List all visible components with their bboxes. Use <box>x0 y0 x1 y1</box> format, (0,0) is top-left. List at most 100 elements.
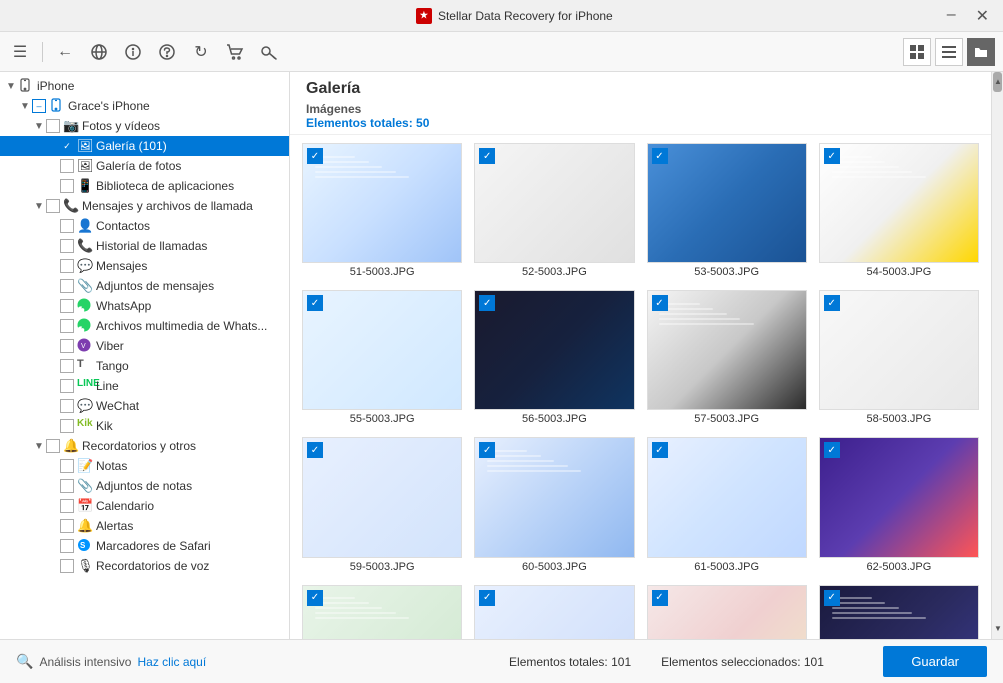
gallery-item-checkbox[interactable]: ✓ <box>652 590 668 606</box>
wechat-checkbox[interactable] <box>60 399 74 413</box>
sidebar-item-alertas[interactable]: 🔔 Alertas <box>0 516 289 536</box>
thumb-image <box>303 438 461 556</box>
key-icon[interactable] <box>257 40 281 64</box>
sidebar-item-recordatorios-voz[interactable]: 🎙 Recordatorios de voz <box>0 556 289 576</box>
help-icon[interactable] <box>155 40 179 64</box>
sidebar-item-calendario[interactable]: 📅 Calendario <box>0 496 289 516</box>
sidebar-item-adjuntos-notas[interactable]: 📎 Adjuntos de notas <box>0 476 289 496</box>
kik-checkbox[interactable] <box>60 419 74 433</box>
marcadores-icon: S <box>77 538 93 554</box>
adjuntos-checkbox[interactable] <box>60 279 74 293</box>
recordatorios-voz-checkbox[interactable] <box>60 559 74 573</box>
gallery-item-checkbox[interactable]: ✓ <box>307 442 323 458</box>
galeria-fotos-icon: 🖼 <box>77 158 93 174</box>
galeria-checkbox[interactable]: ✓ <box>60 139 74 153</box>
close-button[interactable]: ✕ <box>970 4 995 28</box>
folder-icon-button[interactable] <box>967 38 995 66</box>
sidebar-item-biblioteca[interactable]: 📱 Biblioteca de aplicaciones <box>0 176 289 196</box>
gallery-item-checkbox[interactable]: ✓ <box>479 590 495 606</box>
gallery-item-label: 53-5003.JPG <box>647 266 807 278</box>
globe-icon[interactable] <box>87 40 111 64</box>
sidebar-item-galeria-fotos[interactable]: 🖼 Galería de fotos <box>0 156 289 176</box>
graces-iphone-checkbox[interactable]: – <box>32 99 46 113</box>
gallery-item-checkbox[interactable]: ✓ <box>307 148 323 164</box>
gallery-item-checkbox[interactable]: ✓ <box>479 442 495 458</box>
sidebar-item-mensajes[interactable]: 💬 Mensajes <box>0 256 289 276</box>
info-icon[interactable] <box>121 40 145 64</box>
app-title: Stellar Data Recovery for iPhone <box>438 9 613 23</box>
whatsapp-media-checkbox[interactable] <box>60 319 74 333</box>
gallery-thumb: ✓ <box>647 290 807 410</box>
gallery-item-checkbox[interactable]: ✓ <box>824 442 840 458</box>
save-button[interactable]: Guardar <box>883 646 987 677</box>
sidebar-item-galeria[interactable]: ✓ 🖼 Galería (101) <box>0 136 289 156</box>
contactos-checkbox[interactable] <box>60 219 74 233</box>
notas-checkbox[interactable] <box>60 459 74 473</box>
fotos-checkbox[interactable] <box>46 119 60 133</box>
gallery-item-checkbox[interactable]: ✓ <box>824 295 840 311</box>
gallery-item-checkbox[interactable]: ✓ <box>824 148 840 164</box>
fotos-icon: 📷 <box>63 118 79 134</box>
tango-checkbox[interactable] <box>60 359 74 373</box>
statusbar: 🔍 Análisis intensivo Haz clic aquí Eleme… <box>0 639 1003 683</box>
thumb-image <box>820 438 978 556</box>
minimize-button[interactable]: – <box>941 4 962 28</box>
grid-view-button[interactable] <box>903 38 931 66</box>
sidebar-item-line[interactable]: LINE Line <box>0 376 289 396</box>
historial-label: Historial de llamadas <box>96 239 207 253</box>
sidebar-item-fotos[interactable]: ▼ 📷 Fotos y vídeos <box>0 116 289 136</box>
sidebar-item-mensajes-group[interactable]: ▼ 📞 Mensajes y archivos de llamada <box>0 196 289 216</box>
search-link[interactable]: Haz clic aquí <box>137 655 206 669</box>
gallery-item: ✓56-5003.JPG <box>474 290 634 425</box>
back-icon[interactable]: ← <box>53 40 77 64</box>
gallery-item-checkbox[interactable]: ✓ <box>824 590 840 606</box>
viber-checkbox[interactable] <box>60 339 74 353</box>
wechat-icon: 💬 <box>77 398 93 414</box>
calendario-checkbox[interactable] <box>60 499 74 513</box>
sidebar-item-recordatorios-group[interactable]: ▼ 🔔 Recordatorios y otros <box>0 436 289 456</box>
gallery-item-checkbox[interactable]: ✓ <box>652 295 668 311</box>
mensajes-group-checkbox[interactable] <box>46 199 60 213</box>
galeria-fotos-checkbox[interactable] <box>60 159 74 173</box>
sidebar-item-kik[interactable]: Kik Kik <box>0 416 289 436</box>
cart-icon[interactable] <box>223 40 247 64</box>
sidebar-item-whatsapp-media[interactable]: Archivos multimedia de Whats... <box>0 316 289 336</box>
sidebar-item-notas[interactable]: 📝 Notas <box>0 456 289 476</box>
sidebar-item-iphone[interactable]: ▼ iPhone <box>0 76 289 96</box>
gallery-item-checkbox[interactable]: ✓ <box>652 442 668 458</box>
line-checkbox[interactable] <box>60 379 74 393</box>
mensajes-label: Mensajes <box>96 259 147 273</box>
mensajes-checkbox[interactable] <box>60 259 74 273</box>
refresh-icon[interactable]: ↻ <box>189 40 213 64</box>
sidebar-item-historial[interactable]: 📞 Historial de llamadas <box>0 236 289 256</box>
gallery-scroll[interactable]: ✓51-5003.JPG✓52-5003.JPG✓53-5003.JPG✓54-… <box>290 135 991 639</box>
sidebar-item-wechat[interactable]: 💬 WeChat <box>0 396 289 416</box>
sidebar-item-marcadores[interactable]: S Marcadores de Safari <box>0 536 289 556</box>
sidebar-item-whatsapp[interactable]: WhatsApp <box>0 296 289 316</box>
adjuntos-notas-checkbox[interactable] <box>60 479 74 493</box>
gallery-item-label: 51-5003.JPG <box>302 266 462 278</box>
menu-icon[interactable]: ☰ <box>8 40 32 64</box>
recordatorios-group-checkbox[interactable] <box>46 439 60 453</box>
sidebar-item-graces-iphone[interactable]: ▼ – Grace's iPhone <box>0 96 289 116</box>
gallery-item-checkbox[interactable]: ✓ <box>479 148 495 164</box>
whatsapp-checkbox[interactable] <box>60 299 74 313</box>
gallery-item-checkbox[interactable]: ✓ <box>652 148 668 164</box>
historial-checkbox[interactable] <box>60 239 74 253</box>
gallery-item-checkbox[interactable]: ✓ <box>479 295 495 311</box>
sidebar-item-contactos[interactable]: 👤 Contactos <box>0 216 289 236</box>
biblioteca-checkbox[interactable] <box>60 179 74 193</box>
adjuntos-notas-icon: 📎 <box>77 478 93 494</box>
sidebar-item-adjuntos[interactable]: 📎 Adjuntos de mensajes <box>0 276 289 296</box>
sidebar-item-viber[interactable]: V Viber <box>0 336 289 356</box>
thumb-image <box>303 144 461 262</box>
scrollbar[interactable]: ▲ ▼ <box>991 72 1003 639</box>
gallery-item-checkbox[interactable]: ✓ <box>307 295 323 311</box>
list-view-button[interactable] <box>935 38 963 66</box>
alertas-checkbox[interactable] <box>60 519 74 533</box>
marcadores-checkbox[interactable] <box>60 539 74 553</box>
notas-label: Notas <box>96 459 127 473</box>
sidebar-item-tango[interactable]: T Tango <box>0 356 289 376</box>
gallery-item-checkbox[interactable]: ✓ <box>307 590 323 606</box>
gallery-item: ✓55-5003.JPG <box>302 290 462 425</box>
